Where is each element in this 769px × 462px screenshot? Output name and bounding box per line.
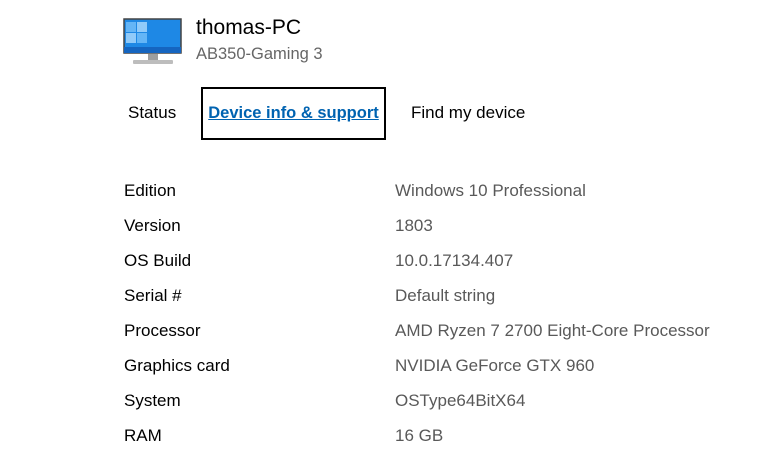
spec-label: Graphics card [124, 356, 230, 375]
spec-row-edition: Edition Windows 10 Professional [124, 178, 764, 213]
device-model: AB350-Gaming 3 [196, 45, 323, 63]
spec-row-ram: RAM 16 GB [124, 423, 764, 458]
monitor-icon [123, 18, 182, 64]
spec-value: Windows 10 Professional [395, 181, 586, 200]
tab-find-my-device[interactable]: Find my device [411, 88, 525, 137]
spec-label: Version [124, 216, 181, 235]
spec-label: RAM [124, 426, 162, 445]
spec-value: 16 GB [395, 426, 444, 445]
tab-status[interactable]: Status [128, 88, 176, 137]
spec-value: AMD Ryzen 7 2700 Eight-Core Processor [395, 321, 710, 340]
spec-label: Serial # [124, 286, 182, 305]
spec-value: OSType64BitX64 [395, 391, 526, 410]
spec-row-graphics-card: Graphics card NVIDIA GeForce GTX 960 [124, 353, 764, 388]
spec-row-system: System OSType64BitX64 [124, 388, 764, 423]
spec-label: Edition [124, 181, 176, 200]
spec-row-serial: Serial # Default string [124, 283, 764, 318]
spec-label: System [124, 391, 181, 410]
spec-label: Processor [124, 321, 201, 340]
spec-value: Default string [395, 286, 496, 305]
spec-row-processor: Processor AMD Ryzen 7 2700 Eight-Core Pr… [124, 318, 764, 353]
spec-value: NVIDIA GeForce GTX 960 [395, 356, 595, 375]
tab-bar: Status Device info & support Find my dev… [0, 87, 769, 140]
spec-value: 1803 [395, 216, 433, 235]
device-specs-table: Edition Windows 10 Professional Version … [124, 178, 764, 458]
tab-device-info-support[interactable]: Device info & support [201, 87, 386, 140]
device-name: thomas-PC [196, 16, 302, 39]
spec-row-version: Version 1803 [124, 213, 764, 248]
spec-row-os-build: OS Build 10.0.17134.407 [124, 248, 764, 283]
spec-value: 10.0.17134.407 [395, 251, 514, 270]
spec-label: OS Build [124, 251, 192, 270]
